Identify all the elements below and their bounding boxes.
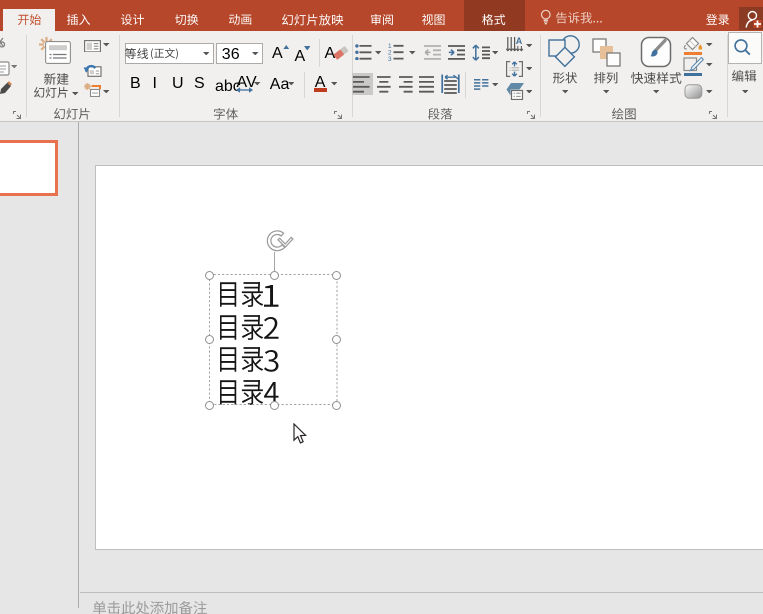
svg-text:3: 3 <box>388 56 392 61</box>
svg-text:A: A <box>515 36 522 46</box>
